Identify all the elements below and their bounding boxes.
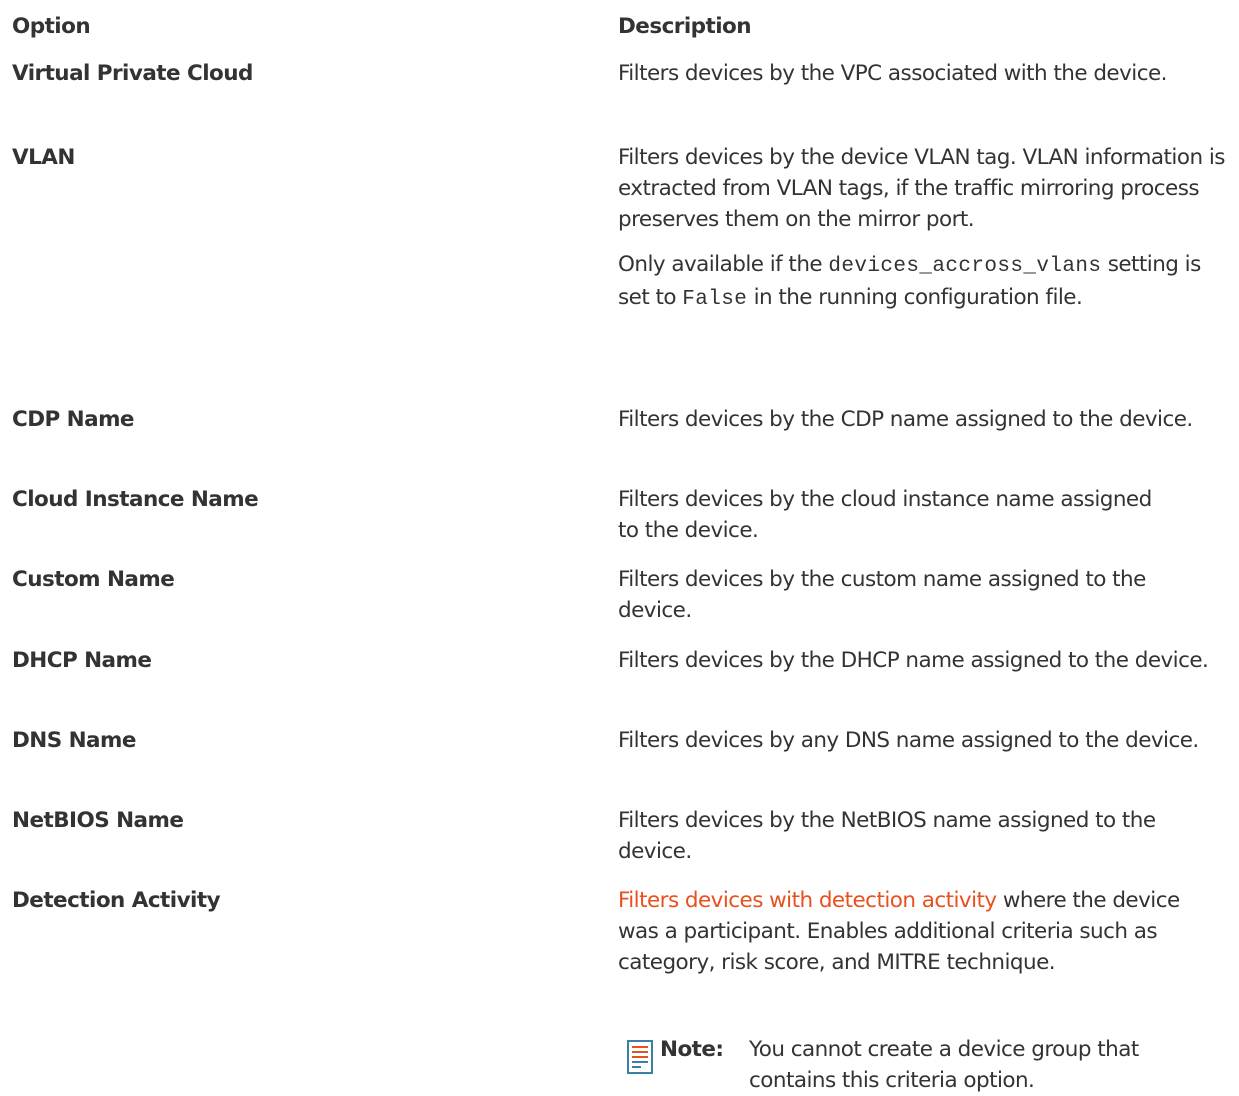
header-description: Description bbox=[618, 14, 752, 39]
option-description: Filters devices by any DNS name assigned… bbox=[618, 728, 1199, 753]
option-description: Filters devices by the cloud instance na… bbox=[618, 487, 1152, 543]
note-icon bbox=[627, 1040, 653, 1074]
extra-text-before: Only available if the bbox=[618, 252, 829, 277]
option-name: Detection Activity bbox=[12, 888, 221, 913]
option-name: NetBIOS Name bbox=[12, 808, 184, 833]
option-name: Virtual Private Cloud bbox=[12, 61, 253, 86]
option-description: Filters devices by the DHCP name assigne… bbox=[618, 648, 1209, 673]
option-description-block: Filters devices by the device VLAN tag. … bbox=[618, 142, 1228, 315]
option-description-block: Filters devices with detection activity … bbox=[618, 885, 1198, 978]
option-description: Filters devices by the VPC associated wi… bbox=[618, 61, 1168, 86]
option-name: DHCP Name bbox=[12, 648, 152, 673]
header-option: Option bbox=[12, 14, 91, 39]
detection-activity-link[interactable]: Filters devices with detection activity bbox=[618, 888, 997, 913]
option-description: Filters devices by the CDP name assigned… bbox=[618, 407, 1193, 432]
option-name: Custom Name bbox=[12, 567, 175, 592]
option-description: Filters devices by the NetBIOS name assi… bbox=[618, 808, 1156, 864]
option-name: Cloud Instance Name bbox=[12, 487, 259, 512]
option-description: Filters devices by the custom name assig… bbox=[618, 567, 1146, 623]
code-setting-name: devices_accross_vlans bbox=[828, 255, 1102, 278]
option-description: Filters devices by the device VLAN tag. … bbox=[618, 145, 1225, 232]
extra-text-after: in the running configuration file. bbox=[747, 285, 1083, 310]
option-name: CDP Name bbox=[12, 407, 135, 432]
option-description: Filters devices with detection activity … bbox=[618, 885, 1198, 978]
option-description-extra: Only available if the devices_accross_vl… bbox=[618, 249, 1228, 315]
code-false-value: False bbox=[682, 288, 748, 311]
note-label: Note: bbox=[660, 1037, 724, 1062]
option-name: VLAN bbox=[12, 145, 75, 170]
option-name: DNS Name bbox=[12, 728, 136, 753]
